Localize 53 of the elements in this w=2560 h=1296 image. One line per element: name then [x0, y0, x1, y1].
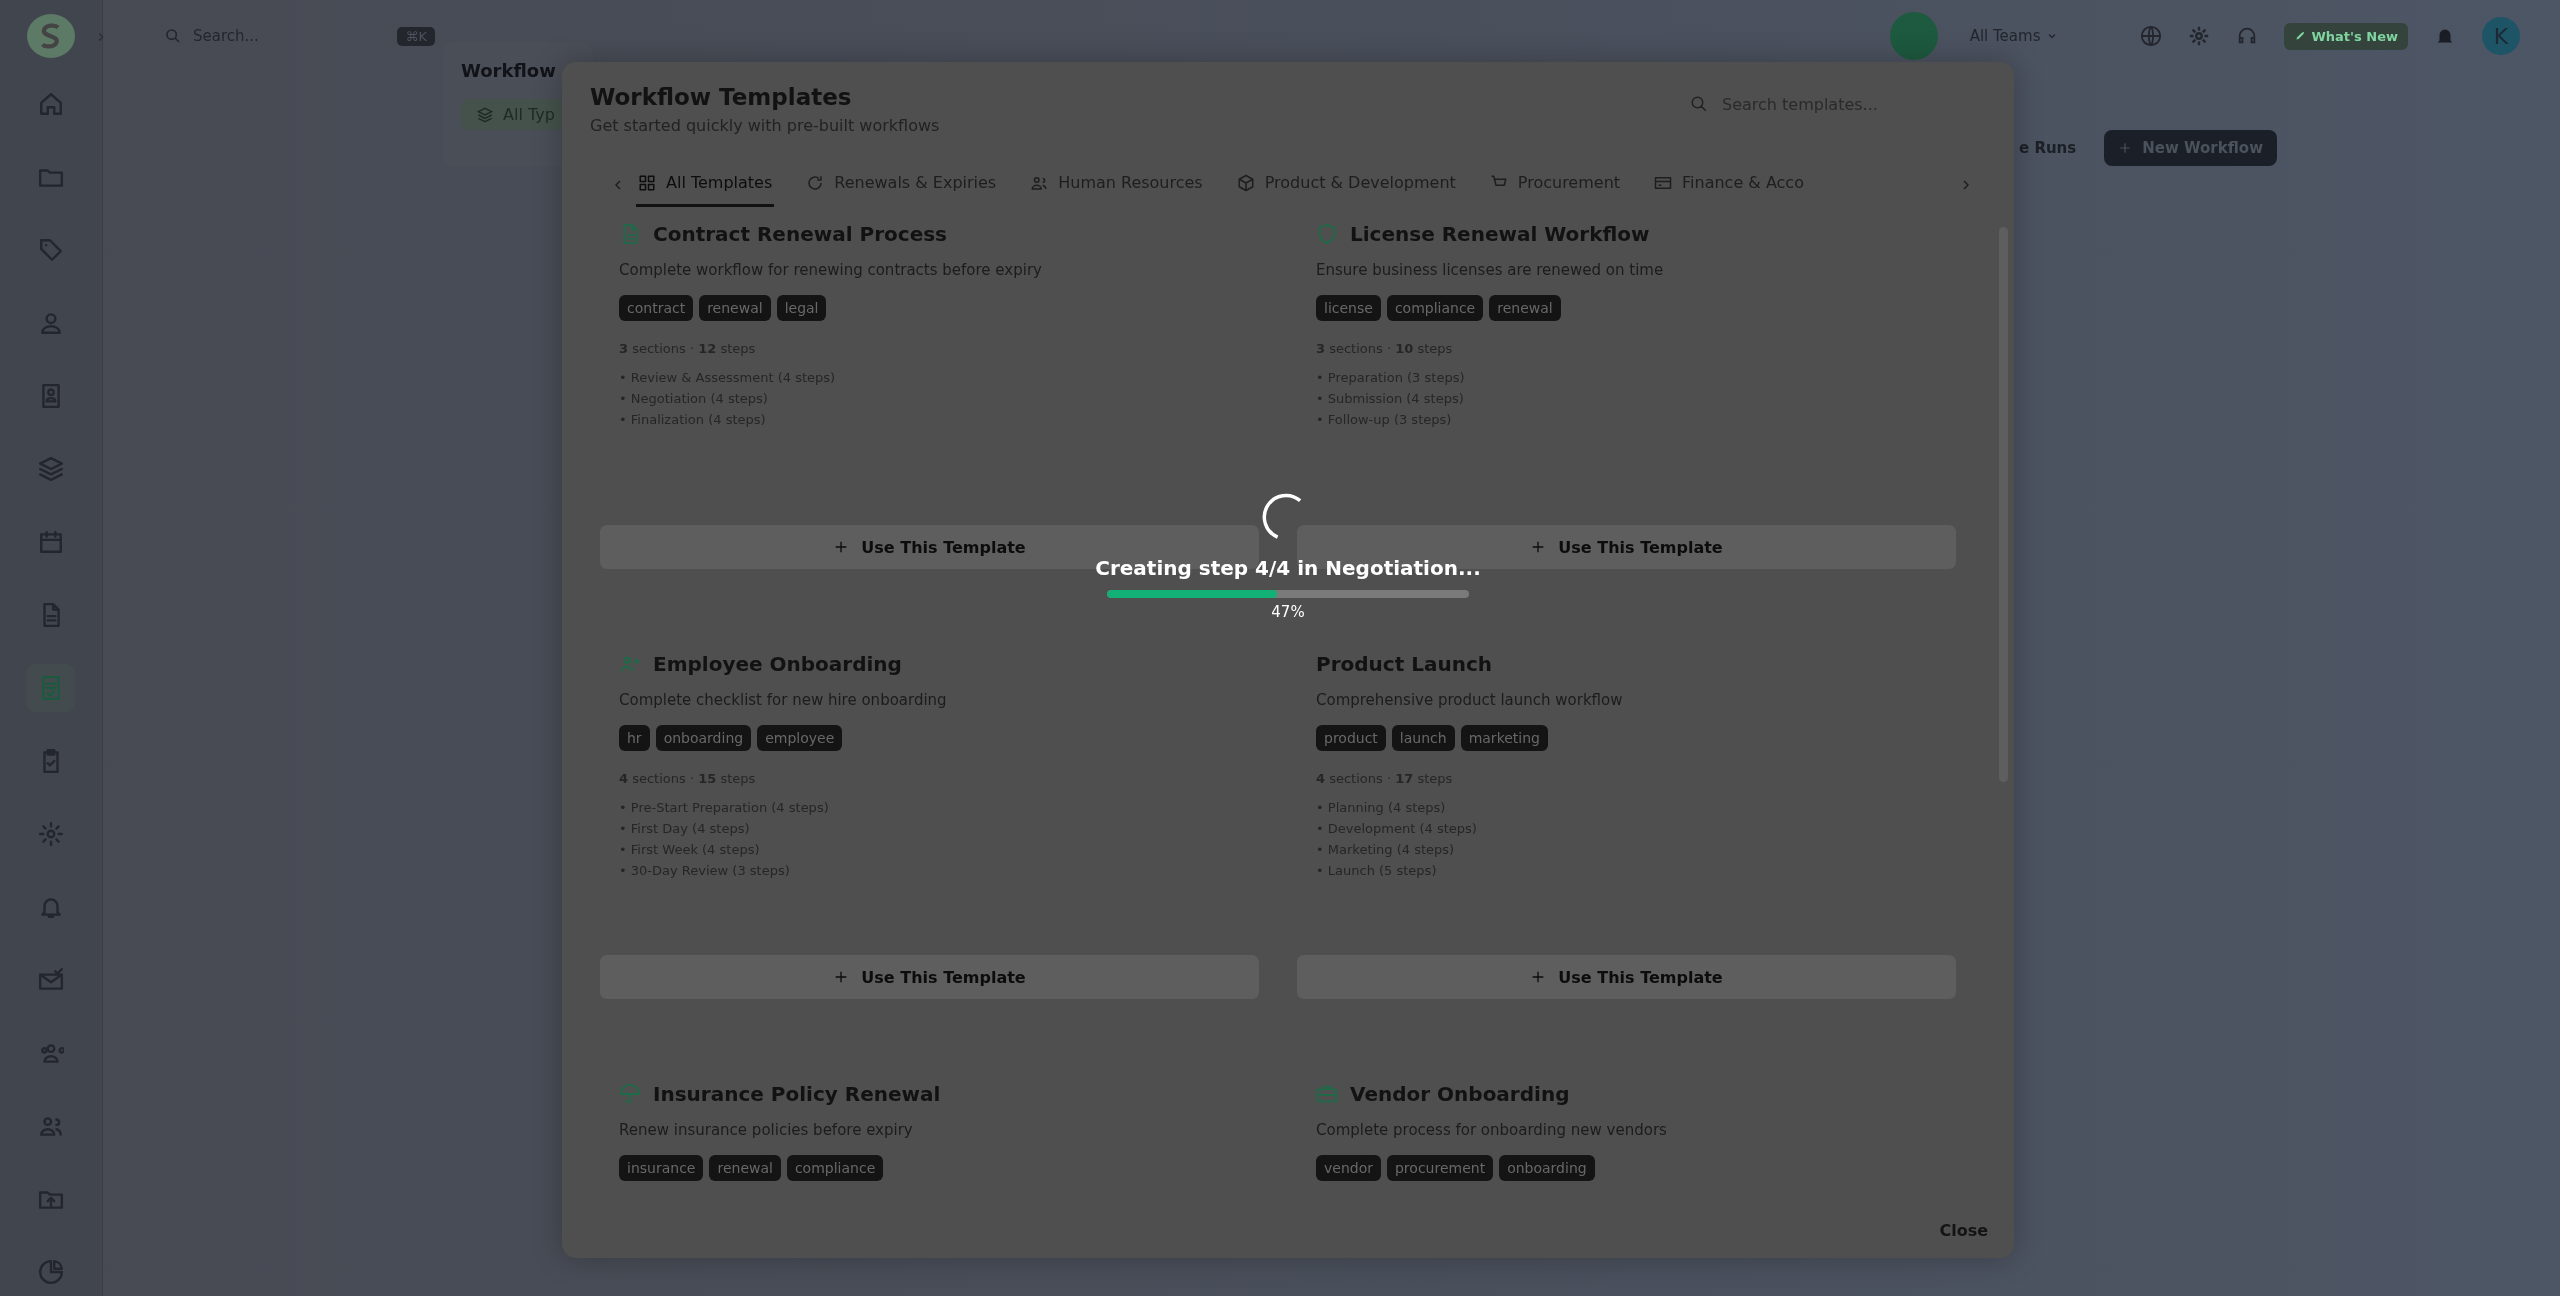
template-title: Vendor Onboarding [1350, 1082, 1570, 1106]
briefcase-icon [1316, 1083, 1338, 1105]
pie-chart-icon [38, 1259, 64, 1285]
runs-link[interactable]: e Runs [2019, 139, 2077, 157]
shield-icon [1316, 223, 1338, 245]
progress-percent: 47% [1271, 603, 1305, 621]
use-template-button[interactable]: Use This Template [600, 955, 1259, 999]
tag: employee [757, 725, 843, 751]
tag: product [1316, 725, 1386, 751]
template-title: Product Launch [1316, 652, 1492, 676]
template-title: License Renewal Workflow [1350, 222, 1650, 246]
tag: compliance [1386, 295, 1484, 321]
tag: vendor [1316, 1155, 1381, 1181]
template-title: Contract Renewal Process [653, 222, 947, 246]
tag: contract [619, 295, 694, 321]
close-button[interactable]: Close [1933, 1219, 1994, 1241]
dialog-title: Workflow Templates [590, 84, 853, 110]
tag: hr [619, 725, 650, 751]
mail-check-icon [38, 967, 64, 993]
tag: license [1316, 295, 1381, 321]
user-icon [38, 310, 64, 336]
search-icon [1690, 95, 1708, 113]
tag: renewal [699, 295, 771, 321]
calendar-icon [38, 529, 64, 555]
tag: procurement [1387, 1155, 1494, 1181]
logo-icon[interactable] [27, 14, 75, 58]
tag: launch [1391, 725, 1455, 751]
tag: onboarding [1499, 1155, 1595, 1181]
home-icon [38, 91, 64, 117]
tag: renewal [709, 1155, 781, 1181]
tag: compliance [786, 1155, 884, 1181]
tag-icon [38, 237, 64, 263]
page-title: Workflow [461, 60, 557, 81]
layers-icon [477, 106, 493, 123]
layers-icon [38, 456, 64, 482]
umbrella-icon [619, 1083, 641, 1105]
search-icon [165, 28, 181, 44]
plus-icon [2118, 141, 2133, 155]
refresh-icon [806, 173, 825, 192]
tag: renewal [1489, 295, 1561, 321]
sidebar-item[interactable] [27, 664, 75, 712]
globe-icon[interactable] [2140, 25, 2163, 47]
grid-icon [638, 173, 656, 192]
cube-icon [1236, 173, 1255, 192]
tag: onboarding [655, 725, 752, 751]
category-tab[interactable]: All Templates [636, 163, 775, 207]
whats-new-button[interactable]: What's New [2284, 22, 2408, 50]
template-title: Employee Onboarding [653, 652, 902, 676]
tag: legal [776, 295, 827, 321]
template-title: Insurance Policy Renewal [653, 1082, 941, 1106]
use-template-button[interactable]: Use This Template [1297, 955, 1956, 999]
tag: marketing [1460, 725, 1548, 751]
tag: insurance [619, 1155, 704, 1181]
